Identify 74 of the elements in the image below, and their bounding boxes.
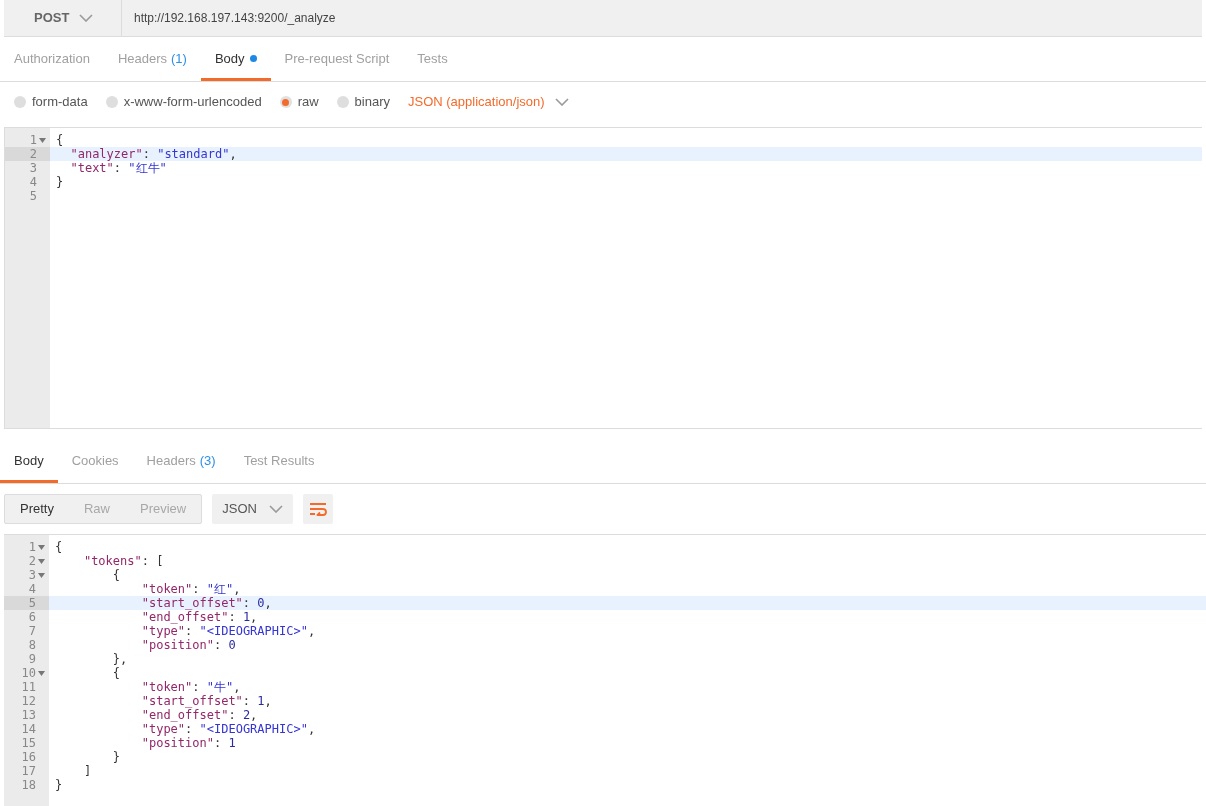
- code-line: "type": "<IDEOGRAPHIC>",: [140, 624, 316, 638]
- code-line: "end_offset": 1,: [140, 610, 258, 624]
- line-number: 1: [28, 540, 36, 554]
- fold-caret-icon[interactable]: [39, 137, 46, 143]
- code-line: "token": "牛",: [140, 680, 241, 694]
- chevron-down-icon: [554, 98, 569, 106]
- fold-caret-icon[interactable]: [38, 572, 45, 578]
- code-line: "tokens": [: [82, 554, 164, 568]
- line-number: 2: [28, 554, 36, 568]
- chevron-down-icon: [268, 505, 283, 513]
- content-type-dropdown[interactable]: JSON (application/json): [408, 92, 569, 112]
- line-number: 8: [28, 638, 36, 652]
- code-line: {: [56, 133, 64, 147]
- code-line: "end_offset": 2,: [140, 708, 258, 722]
- tab[interactable]: Authorization: [0, 39, 104, 81]
- line-number: 18: [21, 778, 36, 792]
- line-number: 11: [21, 680, 36, 694]
- radio-option[interactable]: binary: [336, 92, 390, 112]
- wrap-lines-button[interactable]: [302, 494, 333, 524]
- view-mode-tab[interactable]: Pretty: [5, 495, 69, 523]
- chevron-down-icon: [79, 14, 94, 22]
- code-line: {: [111, 666, 121, 680]
- line-number: 5: [28, 596, 36, 610]
- tab[interactable]: Test Results: [229, 441, 329, 483]
- line-number: 5: [29, 189, 37, 203]
- fold-caret-icon[interactable]: [38, 544, 45, 550]
- line-number: 10: [21, 666, 36, 680]
- tab[interactable]: Body: [200, 39, 271, 81]
- code-line: }: [111, 750, 121, 764]
- tab[interactable]: Tests: [403, 39, 462, 81]
- line-number: 1: [29, 133, 37, 147]
- fold-caret-icon[interactable]: [38, 670, 45, 676]
- line-number: 3: [29, 161, 37, 175]
- code-line: {: [111, 568, 121, 582]
- tab[interactable]: Pre-request Script: [270, 39, 404, 81]
- code-line: "analyzer": "standard",: [69, 147, 237, 161]
- code-line: }: [56, 175, 64, 189]
- line-number: 9: [28, 652, 36, 666]
- code-line: "type": "<IDEOGRAPHIC>",: [140, 722, 316, 736]
- radio-option[interactable]: x-www-form-urlencoded: [105, 92, 262, 112]
- request-editor[interactable]: 1 2 3 4 5 { "analyzer": "standard", "text": "红牛" }: [4, 127, 1202, 429]
- line-number: 16: [21, 750, 36, 764]
- code-line: {: [55, 540, 63, 554]
- tab[interactable]: Headers (3): [132, 441, 230, 483]
- line-number: 3: [28, 568, 36, 582]
- line-number: 4: [29, 175, 37, 189]
- code-line: "start_offset": 0,: [140, 596, 272, 610]
- code-line: },: [111, 652, 128, 666]
- fold-caret-icon[interactable]: [38, 558, 45, 564]
- line-number: 6: [28, 610, 36, 624]
- radio-option[interactable]: form-data: [14, 92, 88, 112]
- format-dropdown[interactable]: JSON: [212, 494, 293, 524]
- line-number: 15: [21, 736, 36, 750]
- code-line: "token": "红",: [140, 582, 241, 596]
- line-number: 2: [29, 147, 37, 161]
- line-number: 12: [21, 694, 36, 708]
- tab[interactable]: Headers (1): [103, 39, 201, 81]
- tab[interactable]: Cookies: [57, 441, 133, 483]
- code-line: }: [55, 778, 63, 792]
- tab[interactable]: Body: [0, 441, 58, 483]
- wrap-lines-icon: [308, 502, 327, 516]
- code-line: "position": 1: [140, 736, 236, 750]
- code-line: "text": "红牛": [69, 161, 167, 175]
- code-line: "start_offset": 1,: [140, 694, 272, 708]
- line-number: 13: [21, 708, 36, 722]
- code-line: "position": 0: [140, 638, 236, 652]
- url-field[interactable]: http://192.168.197.143:9200/_analyze: [122, 0, 1202, 36]
- radio-option[interactable]: raw: [279, 92, 319, 112]
- line-number: 17: [21, 764, 36, 778]
- code-line: ]: [82, 764, 92, 778]
- method-dropdown[interactable]: POST: [4, 0, 122, 36]
- line-number: 7: [28, 624, 36, 638]
- line-number: 14: [21, 722, 36, 736]
- line-number: 4: [28, 582, 36, 596]
